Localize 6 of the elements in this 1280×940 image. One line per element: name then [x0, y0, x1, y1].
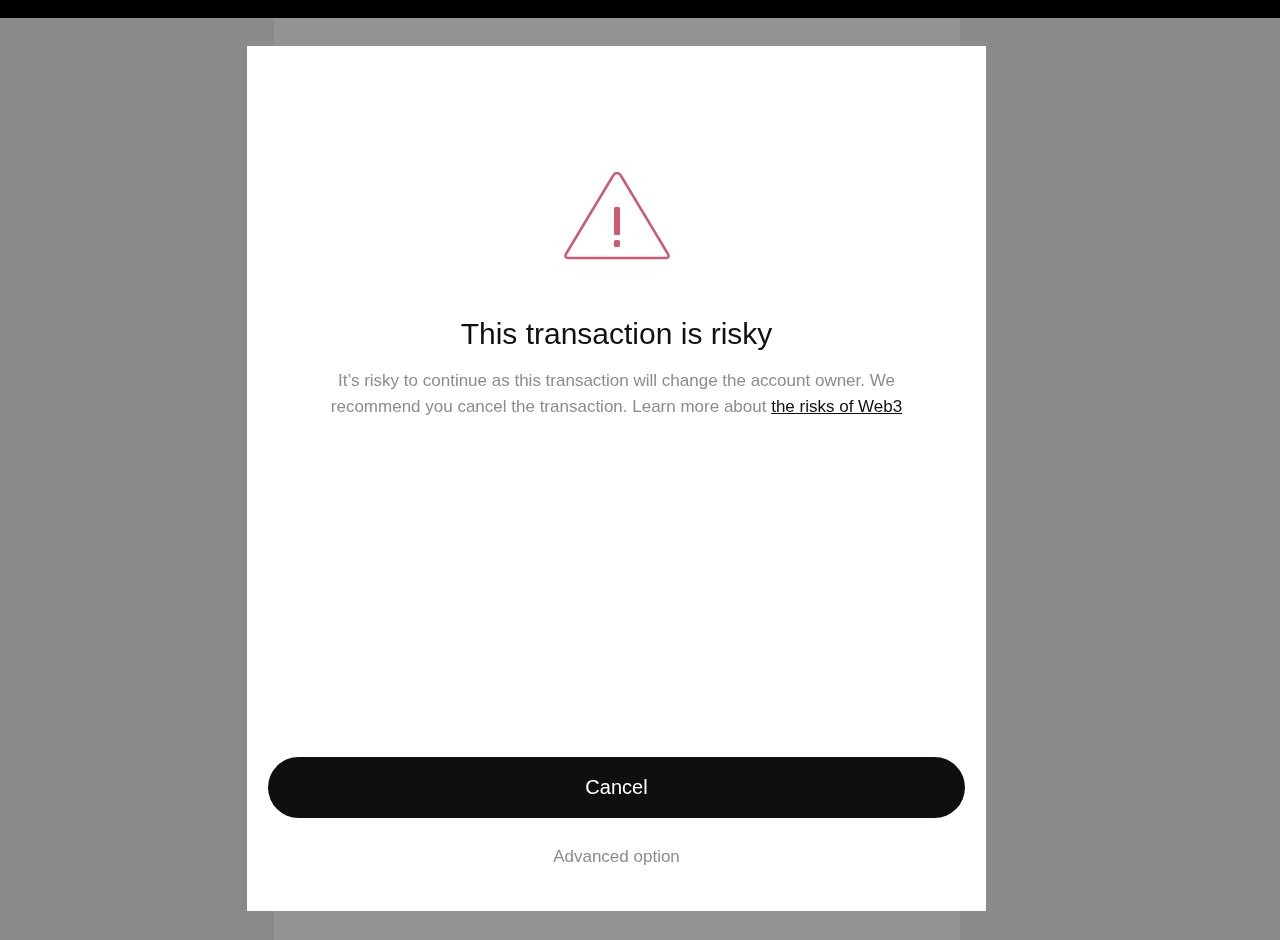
dialog-title: This transaction is risky — [460, 316, 773, 352]
advanced-option-link[interactable]: Advanced option — [553, 845, 680, 869]
cancel-button[interactable]: Cancel — [268, 757, 965, 818]
risks-link[interactable]: the risks of Web3 — [771, 397, 903, 416]
warning-icon — [563, 172, 670, 260]
warning-message: It’s risky to continue as this transaction will change the account owner. We recommend you cancel the transaction. Learn more about the risks of Web3 — [329, 370, 904, 418]
